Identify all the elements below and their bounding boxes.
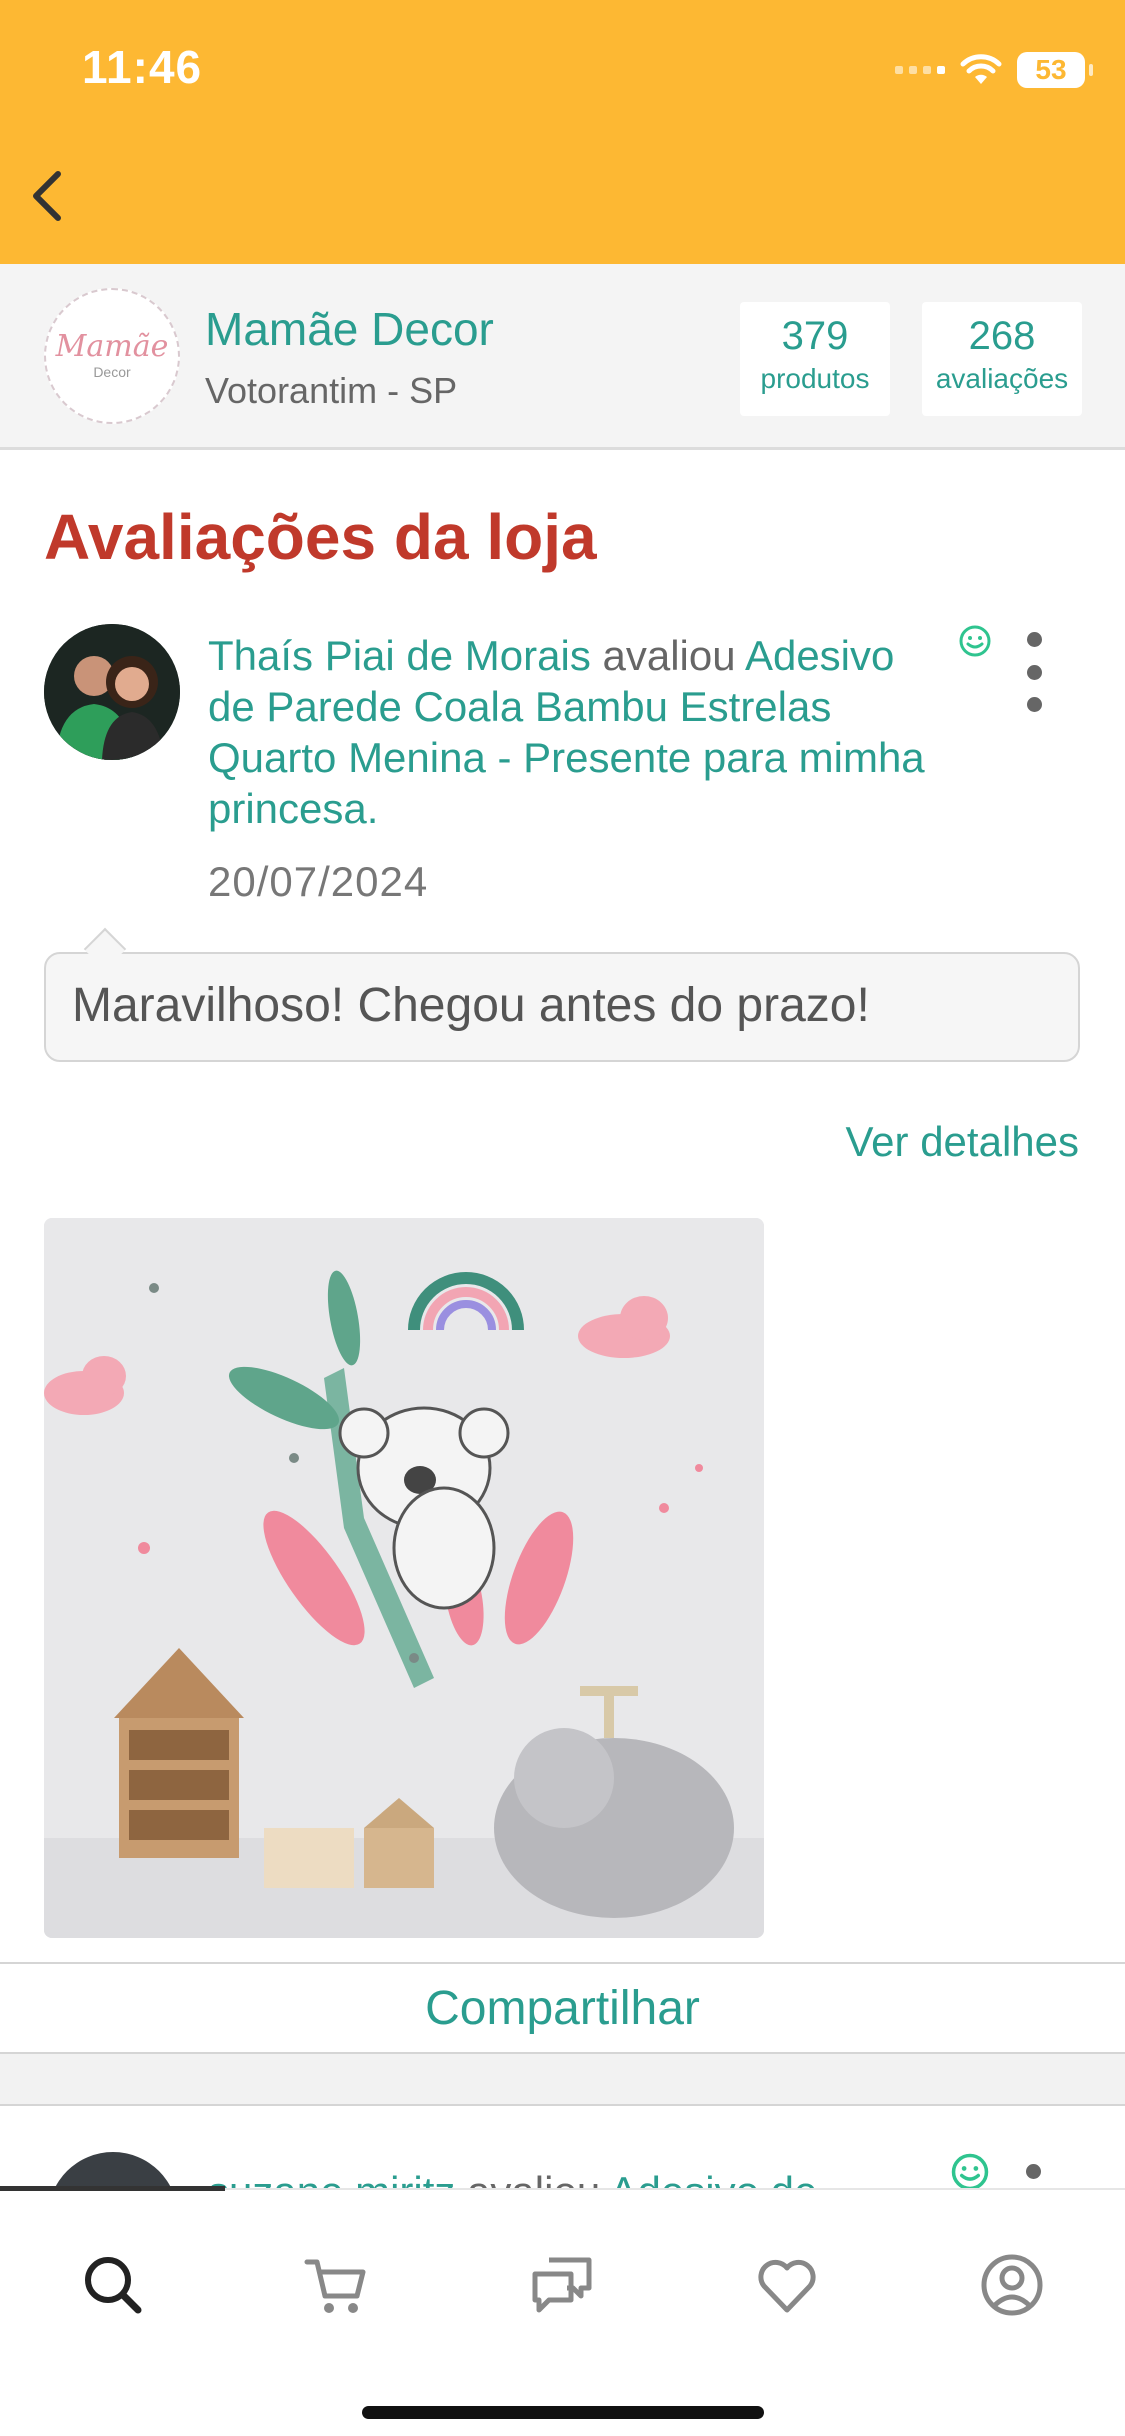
review-photo[interactable] (44, 1218, 764, 1938)
battery-level: 53 (1035, 54, 1067, 85)
next-review-card: suzane miritz avaliou Adesivo de (0, 2106, 1125, 2188)
home-indicator (362, 2406, 764, 2419)
chevron-left-icon (33, 171, 61, 221)
more-options-button[interactable] (1018, 632, 1050, 712)
back-button[interactable] (20, 160, 80, 230)
review-comment-bubble: Maravilhoso! Chegou antes do prazo! (44, 952, 1080, 1062)
reviews-count-card[interactable]: 268 avaliações (922, 302, 1082, 416)
app-header: 11:46 53 (0, 0, 1125, 264)
reviewer-avatar[interactable] (44, 624, 180, 760)
next-reviewer-avatar[interactable] (48, 2152, 178, 2188)
reviewer-name[interactable]: Thaís Piai de Morais (208, 632, 591, 679)
status-time: 11:46 (82, 41, 203, 93)
more-dot-icon (1026, 632, 1042, 647)
nav-messages[interactable] (527, 2250, 597, 2320)
cellular-signal-icon (895, 66, 945, 74)
store-logo-subtext: Decor (93, 364, 131, 380)
nav-cart[interactable] (301, 2250, 371, 2320)
bottom-navigation (0, 2186, 1125, 2436)
products-count: 379 (781, 314, 849, 358)
share-button[interactable]: Compartilhar (0, 1962, 1125, 2054)
store-location: Votorantim - SP (205, 370, 458, 411)
nav-search[interactable] (78, 2250, 148, 2320)
wifi-icon (960, 54, 1002, 84)
store-logo-text: Mamãe (55, 329, 169, 364)
nav-favorites[interactable] (752, 2250, 822, 2320)
more-dot-icon (1026, 697, 1042, 712)
more-options-button[interactable] (1026, 2164, 1041, 2179)
review-header: Thaís Piai de Morais avaliou Adesivo de … (208, 630, 928, 834)
see-details-link[interactable]: Ver detalhes (845, 1118, 1079, 1166)
review-action-word: avaliou (590, 632, 745, 679)
reviews-count: 268 (968, 314, 1036, 358)
reviewer-photo (44, 624, 180, 760)
smiley-icon (951, 2153, 989, 2188)
store-summary: Mamãe Decor Mamãe Decor Votorantim - SP … (0, 264, 1125, 450)
store-name[interactable]: Mamãe Decor (205, 302, 494, 356)
next-review-header: suzane miritz avaliou Adesivo de (208, 2168, 817, 2188)
nav-account[interactable] (977, 2250, 1047, 2320)
cart-icon (304, 2259, 366, 2313)
active-tab-indicator (0, 2186, 225, 2191)
page-title: Avaliações da loja (44, 501, 597, 573)
battery-icon: 53 (1017, 52, 1093, 88)
next-reviewer-name[interactable]: suzane miritz (208, 2168, 455, 2188)
store-logo[interactable]: Mamãe Decor (44, 288, 180, 424)
products-label: produtos (760, 363, 870, 394)
next-reviewed-product-link[interactable]: Adesivo de (610, 2168, 818, 2188)
koala-wall-sticker-photo (44, 1218, 764, 1938)
smiley-icon (959, 625, 991, 657)
review-date: 20/07/2024 (208, 858, 429, 905)
more-dot-icon (1026, 664, 1042, 680)
review-separator (0, 2054, 1125, 2106)
share-label: Compartilhar (425, 1981, 700, 2035)
search-icon (85, 2257, 142, 2314)
status-icons: 53 (895, 50, 1093, 90)
review-comment: Maravilhoso! Chegou antes do prazo! (72, 979, 870, 1032)
account-icon (981, 2254, 1043, 2316)
heart-icon (758, 2259, 816, 2313)
reviews-label: avaliações (935, 363, 1069, 394)
chat-icon (532, 2257, 592, 2313)
next-review-action-word: avaliou (455, 2168, 609, 2188)
products-count-card[interactable]: 379 produtos (740, 302, 890, 416)
